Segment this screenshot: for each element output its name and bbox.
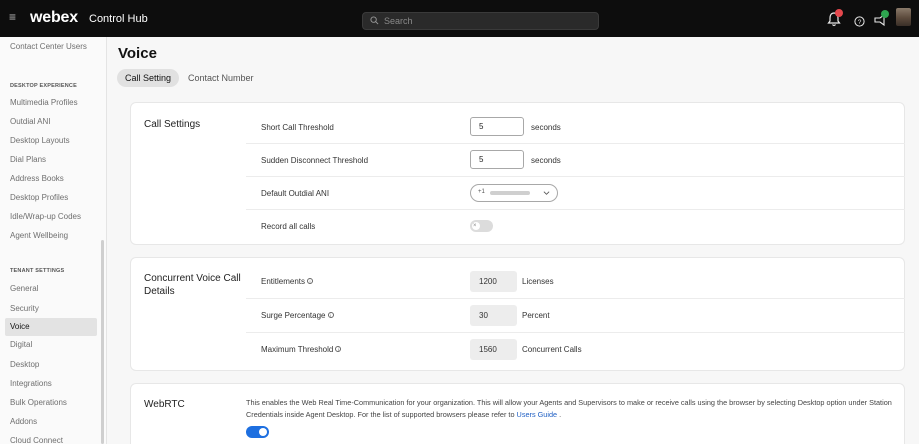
svg-text:?: ? [858,19,862,26]
sidebar-scrollbar[interactable] [101,240,104,444]
sidebar-item-desktop-profiles[interactable]: Desktop Profiles [10,193,68,202]
entitlements-label: Entitlements i [261,277,314,286]
webex-logo: webex [30,9,78,26]
sidebar-item-multimedia-profiles[interactable]: Multimedia Profiles [10,98,78,107]
sidebar-item-integrations[interactable]: Integrations [10,379,52,388]
sidebar-item-dial-plans[interactable]: Dial Plans [10,155,46,164]
info-icon[interactable]: i [307,278,314,284]
sidebar-item-desktop-layouts[interactable]: Desktop Layouts [10,136,70,145]
record-all-calls-label: Record all calls [261,222,316,231]
announcements-icon[interactable] [873,7,891,27]
product-name: Control Hub [89,13,148,25]
tab-contact-number[interactable]: Contact Number [180,69,262,87]
sidebar-item-contact-center-users[interactable]: Contact Center Users [10,42,87,51]
alerts-icon[interactable] [827,7,845,27]
surge-percentage-label: Surge Percentage i [261,311,334,320]
default-outdial-ani-label: Default Outdial ANI [261,189,330,198]
sudden-disconnect-threshold-input[interactable]: 5 [470,150,524,169]
sidebar-section-desktop-experience: DESKTOP EXPERIENCE [10,83,77,89]
maximum-threshold-value: 1560 [470,339,517,360]
webrtc-description-suffix: . [559,410,562,419]
short-call-threshold-label: Short Call Threshold [261,123,334,132]
webrtc-toggle[interactable] [246,426,269,438]
sudden-disconnect-threshold-label: Sudden Disconnect Threshold [261,156,369,165]
top-bar: ≡ webex Control Hub Search ? [0,0,919,37]
call-settings-title: Call Settings [144,119,201,130]
maximum-threshold-label: Maximum Threshold i [261,345,342,354]
sidebar-item-cloud-connect[interactable]: Cloud Connect [10,436,63,444]
chevron-down-icon [543,191,550,195]
sidebar-section-tenant-settings: TENANT SETTINGS [10,268,65,274]
entitlements-unit: Licenses [522,277,554,286]
toggle-off-icon: × [473,223,477,229]
default-outdial-ani-select[interactable]: +1 [470,184,558,202]
sidebar-item-agent-wellbeing[interactable]: Agent Wellbeing [10,231,68,240]
entitlements-label-text: Entitlements [261,277,306,286]
page-title: Voice [118,45,157,62]
surge-percentage-value: 30 [470,305,517,326]
tab-call-setting[interactable]: Call Setting [117,69,180,87]
help-icon[interactable]: ? [854,14,866,27]
maximum-threshold-label-text: Maximum Threshold [261,345,334,354]
toggle-knob [259,428,267,436]
sudden-disconnect-threshold-unit: seconds [531,156,561,165]
user-avatar[interactable] [896,8,911,26]
sidebar-item-desktop[interactable]: Desktop [10,360,39,369]
sidebar-item-digital[interactable]: Digital [10,340,32,349]
sidebar-item-bulk-operations[interactable]: Bulk Operations [10,398,67,407]
entitlements-value: 1200 [470,271,517,292]
short-call-threshold-unit: seconds [531,123,561,132]
webrtc-title: WebRTC [144,399,185,410]
sidebar-item-voice[interactable]: Voice [10,322,30,331]
maximum-threshold-unit: Concurrent Calls [522,345,582,354]
webrtc-description: This enables the Web Real Time-Communica… [246,397,901,421]
surge-percentage-unit: Percent [522,311,550,320]
alert-badge [835,9,843,17]
sidebar: Contact Center Users DESKTOP EXPERIENCE … [0,37,107,444]
info-icon[interactable]: i [335,346,342,352]
divider [246,298,905,299]
short-call-threshold-input[interactable]: 5 [470,117,524,136]
search-input[interactable]: Search [362,12,599,30]
concurrent-voice-card [130,257,905,371]
divider [246,332,905,333]
sidebar-item-idle-wrapup-codes[interactable]: Idle/Wrap-up Codes [10,212,81,221]
default-outdial-ani-value: +1 [478,189,485,195]
sidebar-item-general[interactable]: General [10,284,38,293]
divider [246,176,905,177]
announcement-badge [881,10,889,18]
sidebar-item-security[interactable]: Security [10,304,39,313]
surge-percentage-label-text: Surge Percentage [261,311,326,320]
search-icon [370,16,379,25]
search-placeholder: Search [384,16,413,26]
divider [246,209,905,210]
info-icon[interactable]: i [327,312,334,318]
divider [246,143,905,144]
redacted-number [490,191,530,195]
webrtc-description-text: This enables the Web Real Time-Communica… [246,398,892,419]
sidebar-item-addons[interactable]: Addons [10,417,37,426]
concurrent-voice-title: Concurrent Voice Call Details [144,273,241,297]
menu-icon[interactable]: ≡ [9,11,19,23]
record-all-calls-toggle[interactable]: × [470,220,493,232]
users-guide-link[interactable]: Users Guide [517,410,558,419]
sidebar-item-outdial-ani[interactable]: Outdial ANI [10,117,50,126]
sidebar-item-address-books[interactable]: Address Books [10,174,64,183]
